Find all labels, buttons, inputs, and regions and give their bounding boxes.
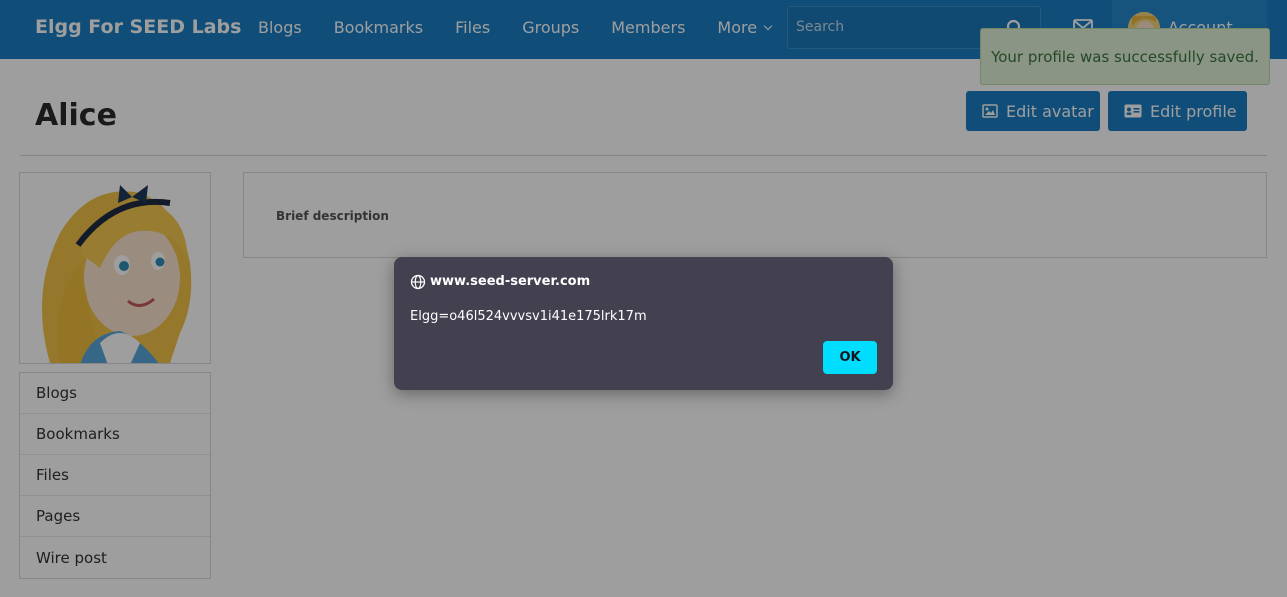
ok-button[interactable]: OK	[823, 341, 877, 374]
alert-dialog: www.seed-server.com Elgg=o46l524vvvsv1i4…	[394, 257, 893, 390]
dialog-message: Elgg=o46l524vvvsv1i41e175lrk17m	[410, 309, 647, 324]
globe-icon	[410, 274, 426, 290]
dialog-origin: www.seed-server.com	[430, 274, 591, 289]
